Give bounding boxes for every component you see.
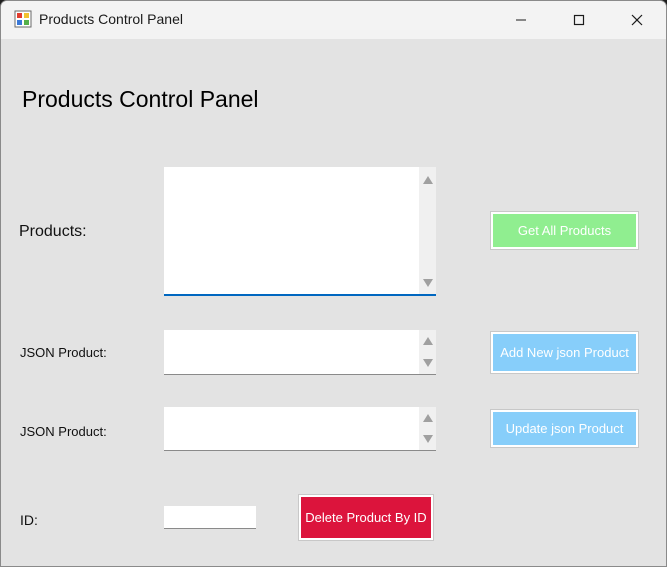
scroll-up-icon[interactable] xyxy=(423,337,433,345)
scroll-up-icon[interactable] xyxy=(423,414,433,422)
maximize-button[interactable] xyxy=(556,1,602,39)
products-textbox[interactable] xyxy=(164,167,436,296)
scroll-up-icon[interactable] xyxy=(423,176,433,184)
json-product-label-2: JSON Product: xyxy=(20,424,107,439)
json-product-textbox-1[interactable] xyxy=(164,330,436,375)
id-label: ID: xyxy=(20,512,38,528)
products-label: Products: xyxy=(19,223,87,240)
app-icon xyxy=(14,10,32,28)
close-button[interactable] xyxy=(614,1,660,39)
delete-product-by-id-button[interactable]: Delete Product By ID xyxy=(299,495,433,540)
scroll-down-icon[interactable] xyxy=(423,435,433,443)
json-product-label-1: JSON Product: xyxy=(20,345,107,360)
scroll-down-icon[interactable] xyxy=(423,359,433,367)
app-window: Products Control Panel Products Control … xyxy=(0,0,667,567)
update-json-product-button[interactable]: Update json Product xyxy=(491,410,638,447)
maximize-icon xyxy=(573,14,585,26)
products-scrollbar[interactable] xyxy=(419,167,436,294)
window-title: Products Control Panel xyxy=(39,11,183,27)
id-textbox[interactable] xyxy=(164,506,256,529)
json-product-scrollbar-1[interactable] xyxy=(419,330,436,374)
page-title: Products Control Panel xyxy=(22,86,259,112)
minimize-icon xyxy=(516,19,526,21)
add-new-json-product-button[interactable]: Add New json Product xyxy=(491,332,638,373)
json-product-textbox-2[interactable] xyxy=(164,407,436,451)
minimize-button[interactable] xyxy=(498,1,544,39)
close-icon xyxy=(631,14,643,26)
title-bar[interactable]: Products Control Panel xyxy=(1,1,666,39)
get-all-products-button[interactable]: Get All Products xyxy=(491,212,638,249)
scroll-down-icon[interactable] xyxy=(423,279,433,287)
json-product-scrollbar-2[interactable] xyxy=(419,407,436,450)
